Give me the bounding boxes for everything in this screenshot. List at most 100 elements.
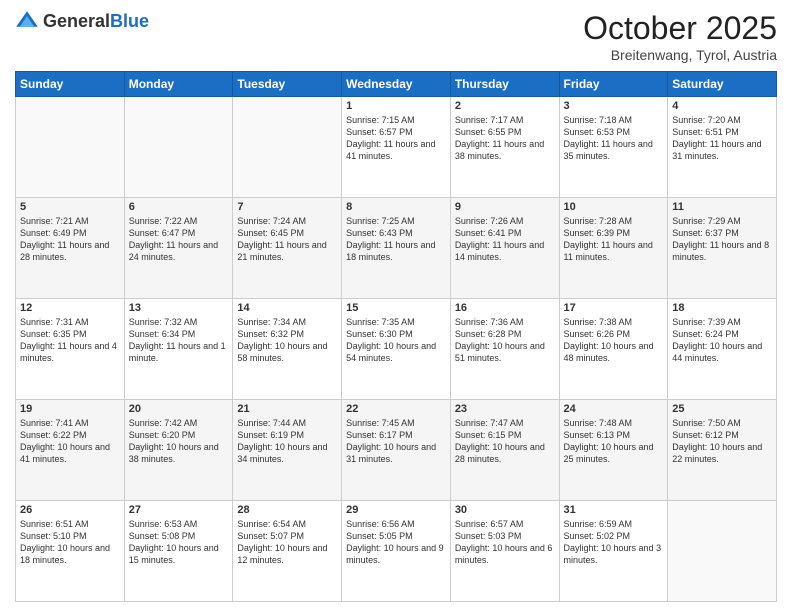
day-info: Sunrise: 7:41 AM Sunset: 6:22 PM Dayligh… <box>20 417 120 466</box>
col-wednesday: Wednesday <box>342 72 451 97</box>
day-info: Sunrise: 7:35 AM Sunset: 6:30 PM Dayligh… <box>346 316 446 365</box>
location: Breitenwang, Tyrol, Austria <box>583 47 777 63</box>
calendar-week: 19 Sunrise: 7:41 AM Sunset: 6:22 PM Dayli… <box>16 400 777 501</box>
calendar-week: 26 Sunrise: 6:51 AM Sunset: 5:10 PM Dayli… <box>16 501 777 602</box>
day-number: 19 <box>20 403 120 415</box>
day-number: 31 <box>564 504 664 516</box>
day-number: 2 <box>455 100 555 112</box>
day-info: Sunrise: 7:17 AM Sunset: 6:55 PM Dayligh… <box>455 114 555 163</box>
day-info: Sunrise: 7:45 AM Sunset: 6:17 PM Dayligh… <box>346 417 446 466</box>
day-info: Sunrise: 7:29 AM Sunset: 6:37 PM Dayligh… <box>672 215 772 264</box>
calendar-cell: 20 Sunrise: 7:42 AM Sunset: 6:20 PM Dayli… <box>124 400 233 501</box>
calendar-cell: 18 Sunrise: 7:39 AM Sunset: 6:24 PM Dayli… <box>668 299 777 400</box>
day-info: Sunrise: 7:22 AM Sunset: 6:47 PM Dayligh… <box>129 215 229 264</box>
calendar-week: 1Sunrise: 7:15 AM Sunset: 6:57 PM Daylig… <box>16 97 777 198</box>
day-info: Sunrise: 7:32 AM Sunset: 6:34 PM Dayligh… <box>129 316 229 365</box>
calendar-cell: 17Sunrise: 7:38 AM Sunset: 6:26 PM Dayli… <box>559 299 668 400</box>
day-number: 29 <box>346 504 446 516</box>
day-number: 22 <box>346 403 446 415</box>
day-number: 5 <box>20 201 120 213</box>
day-info: Sunrise: 7:39 AM Sunset: 6:24 PM Dayligh… <box>672 316 772 365</box>
calendar-cell: 22 Sunrise: 7:45 AM Sunset: 6:17 PM Dayli… <box>342 400 451 501</box>
day-number: 6 <box>129 201 229 213</box>
day-number: 26 <box>20 504 120 516</box>
day-info: Sunrise: 7:28 AM Sunset: 6:39 PM Dayligh… <box>564 215 664 264</box>
day-number: 3 <box>564 100 664 112</box>
day-info: Sunrise: 6:57 AM Sunset: 5:03 PM Dayligh… <box>455 518 555 567</box>
calendar-cell: 15Sunrise: 7:35 AM Sunset: 6:30 PM Dayli… <box>342 299 451 400</box>
day-info: Sunrise: 7:38 AM Sunset: 6:26 PM Dayligh… <box>564 316 664 365</box>
day-number: 10 <box>564 201 664 213</box>
calendar-cell <box>233 97 342 198</box>
calendar-cell: 24 Sunrise: 7:48 AM Sunset: 6:13 PM Dayli… <box>559 400 668 501</box>
calendar-cell: 23 Sunrise: 7:47 AM Sunset: 6:15 PM Dayli… <box>450 400 559 501</box>
calendar-cell: 31 Sunrise: 6:59 AM Sunset: 5:02 PM Dayli… <box>559 501 668 602</box>
calendar-cell <box>124 97 233 198</box>
calendar-cell: 14 Sunrise: 7:34 AM Sunset: 6:32 PM Dayli… <box>233 299 342 400</box>
day-info: Sunrise: 7:48 AM Sunset: 6:13 PM Dayligh… <box>564 417 664 466</box>
day-info: Sunrise: 7:31 AM Sunset: 6:35 PM Dayligh… <box>20 316 120 365</box>
day-number: 4 <box>672 100 772 112</box>
day-number: 9 <box>455 201 555 213</box>
calendar-cell: 11 Sunrise: 7:29 AM Sunset: 6:37 PM Dayli… <box>668 198 777 299</box>
calendar-cell: 1Sunrise: 7:15 AM Sunset: 6:57 PM Daylig… <box>342 97 451 198</box>
day-info: Sunrise: 7:21 AM Sunset: 6:49 PM Dayligh… <box>20 215 120 264</box>
calendar-cell <box>16 97 125 198</box>
day-number: 1 <box>346 100 446 112</box>
col-tuesday: Tuesday <box>233 72 342 97</box>
day-info: Sunrise: 6:53 AM Sunset: 5:08 PM Dayligh… <box>129 518 229 567</box>
day-info: Sunrise: 7:47 AM Sunset: 6:15 PM Dayligh… <box>455 417 555 466</box>
day-number: 18 <box>672 302 772 314</box>
day-info: Sunrise: 6:56 AM Sunset: 5:05 PM Dayligh… <box>346 518 446 567</box>
day-number: 8 <box>346 201 446 213</box>
calendar-cell: 4 Sunrise: 7:20 AM Sunset: 6:51 PM Daylig… <box>668 97 777 198</box>
calendar-cell: 25 Sunrise: 7:50 AM Sunset: 6:12 PM Dayli… <box>668 400 777 501</box>
calendar-cell: 5 Sunrise: 7:21 AM Sunset: 6:49 PM Daylig… <box>16 198 125 299</box>
day-number: 21 <box>237 403 337 415</box>
day-info: Sunrise: 7:34 AM Sunset: 6:32 PM Dayligh… <box>237 316 337 365</box>
calendar-cell: 3Sunrise: 7:18 AM Sunset: 6:53 PM Daylig… <box>559 97 668 198</box>
day-number: 27 <box>129 504 229 516</box>
day-number: 24 <box>564 403 664 415</box>
day-number: 28 <box>237 504 337 516</box>
day-info: Sunrise: 7:26 AM Sunset: 6:41 PM Dayligh… <box>455 215 555 264</box>
day-number: 23 <box>455 403 555 415</box>
day-number: 14 <box>237 302 337 314</box>
calendar-cell: 2 Sunrise: 7:17 AM Sunset: 6:55 PM Daylig… <box>450 97 559 198</box>
month-title: October 2025 <box>583 10 777 47</box>
calendar-cell: 26 Sunrise: 6:51 AM Sunset: 5:10 PM Dayli… <box>16 501 125 602</box>
day-info: Sunrise: 7:25 AM Sunset: 6:43 PM Dayligh… <box>346 215 446 264</box>
calendar-cell: 28Sunrise: 6:54 AM Sunset: 5:07 PM Dayli… <box>233 501 342 602</box>
logo-text: GeneralBlue <box>43 12 149 32</box>
calendar-cell: 6 Sunrise: 7:22 AM Sunset: 6:47 PM Daylig… <box>124 198 233 299</box>
day-info: Sunrise: 7:44 AM Sunset: 6:19 PM Dayligh… <box>237 417 337 466</box>
calendar-cell: 16Sunrise: 7:36 AM Sunset: 6:28 PM Dayli… <box>450 299 559 400</box>
day-number: 20 <box>129 403 229 415</box>
col-saturday: Saturday <box>668 72 777 97</box>
day-info: Sunrise: 7:42 AM Sunset: 6:20 PM Dayligh… <box>129 417 229 466</box>
header-right: October 2025 Breitenwang, Tyrol, Austria <box>583 10 777 63</box>
day-number: 25 <box>672 403 772 415</box>
day-info: Sunrise: 7:24 AM Sunset: 6:45 PM Dayligh… <box>237 215 337 264</box>
header: GeneralBlue October 2025 Breitenwang, Ty… <box>15 10 777 63</box>
day-info: Sunrise: 6:59 AM Sunset: 5:02 PM Dayligh… <box>564 518 664 567</box>
logo-icon <box>15 10 39 34</box>
col-monday: Monday <box>124 72 233 97</box>
day-info: Sunrise: 6:51 AM Sunset: 5:10 PM Dayligh… <box>20 518 120 567</box>
calendar-table: Sunday Monday Tuesday Wednesday Thursday… <box>15 71 777 602</box>
calendar-body: 1Sunrise: 7:15 AM Sunset: 6:57 PM Daylig… <box>16 97 777 602</box>
calendar-cell: 10 Sunrise: 7:28 AM Sunset: 6:39 PM Dayli… <box>559 198 668 299</box>
calendar-cell: 13Sunrise: 7:32 AM Sunset: 6:34 PM Dayli… <box>124 299 233 400</box>
day-info: Sunrise: 7:20 AM Sunset: 6:51 PM Dayligh… <box>672 114 772 163</box>
calendar-cell: 29 Sunrise: 6:56 AM Sunset: 5:05 PM Dayli… <box>342 501 451 602</box>
page: GeneralBlue October 2025 Breitenwang, Ty… <box>0 0 792 612</box>
calendar-cell: 21 Sunrise: 7:44 AM Sunset: 6:19 PM Dayli… <box>233 400 342 501</box>
day-number: 11 <box>672 201 772 213</box>
logo-general: GeneralBlue <box>43 12 149 32</box>
day-number: 7 <box>237 201 337 213</box>
day-info: Sunrise: 7:50 AM Sunset: 6:12 PM Dayligh… <box>672 417 772 466</box>
header-row: Sunday Monday Tuesday Wednesday Thursday… <box>16 72 777 97</box>
calendar-cell: 19 Sunrise: 7:41 AM Sunset: 6:22 PM Dayli… <box>16 400 125 501</box>
calendar-cell <box>668 501 777 602</box>
day-number: 16 <box>455 302 555 314</box>
